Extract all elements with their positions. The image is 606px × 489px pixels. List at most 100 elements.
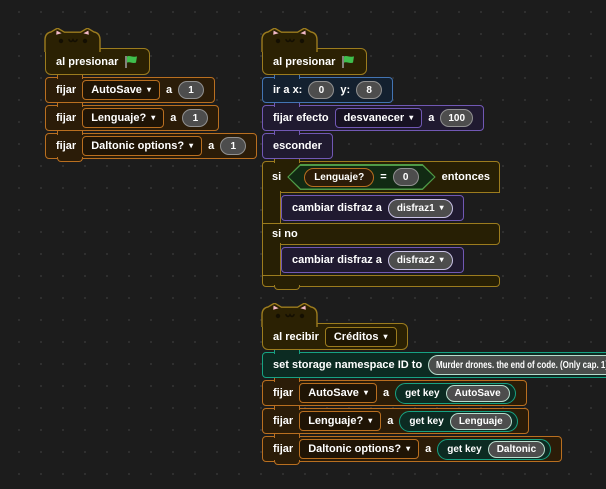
green-flag-icon: [125, 54, 139, 69]
block-workspace[interactable]: al presionar fijar AutoSave ▾ a 1 fijar …: [0, 0, 606, 489]
chevron-down-icon: ▾: [406, 444, 411, 453]
set-variable-block[interactable]: fijar Lenguaje? ▾ a 1: [45, 103, 220, 131]
get-key-reporter[interactable]: get key Lenguaje: [399, 410, 518, 432]
block-label: ir a x:: [273, 84, 303, 96]
value-input[interactable]: 1: [178, 81, 205, 99]
set-variable-block[interactable]: fijar Lenguaje? ▾ a get key Lenguaje: [262, 406, 529, 434]
set-variable-block[interactable]: fijar AutoSave ▾ a get key AutoSave: [262, 378, 527, 406]
get-key-reporter[interactable]: get key Daltonic: [437, 438, 552, 460]
hat-label: al presionar: [273, 55, 336, 68]
go-to-xy-block[interactable]: ir a x: 0 y: 8: [262, 75, 394, 103]
key-input[interactable]: Lenguaje: [449, 412, 512, 430]
namespace-input[interactable]: Murder drones. the end of code. (Only ca…: [428, 355, 606, 375]
else-divider: si no: [262, 223, 500, 245]
script-stack-load-saves: al recibir Créditos ▾ set storage namesp…: [261, 303, 606, 465]
value-input[interactable]: 1: [220, 137, 247, 155]
chevron-down-icon: ▾: [146, 85, 151, 94]
block-label: a: [425, 443, 432, 455]
chevron-down-icon: ▾: [368, 416, 373, 425]
block-label: esconder: [273, 140, 322, 152]
chevron-down-icon: ▾: [363, 388, 368, 397]
block-label: a: [208, 140, 215, 152]
variable-dropdown[interactable]: Daltonic options? ▾: [82, 136, 203, 156]
variable-dropdown[interactable]: AutoSave ▾: [82, 80, 160, 100]
block-label: a: [382, 387, 390, 399]
dropdown-value: Lenguaje?: [91, 112, 147, 124]
block-label: si no: [272, 228, 298, 240]
block-label: a: [387, 415, 394, 427]
block-label: fijar: [56, 84, 77, 96]
block-label: fijar: [273, 415, 294, 427]
chevron-down-icon: ▾: [439, 255, 444, 264]
dropdown-value: Daltonic options?: [91, 140, 185, 152]
block-label: a: [165, 84, 173, 96]
y-input[interactable]: 8: [356, 81, 383, 99]
block-label: a: [170, 112, 177, 124]
if-header[interactable]: si Lenguaje? = 0 entonces: [262, 159, 500, 193]
block-label: cambiar disfraz a: [292, 254, 382, 266]
hat-label: al recibir: [273, 330, 319, 343]
block-label: si: [272, 171, 282, 183]
script-stack-init-flags: al presionar fijar AutoSave ▾ a 1 fijar …: [44, 28, 258, 162]
block-label: cambiar disfraz a: [292, 202, 382, 214]
hat-block-when-broadcast-received[interactable]: al recibir Créditos ▾: [261, 303, 408, 350]
variable-dropdown[interactable]: Lenguaje? ▾: [299, 411, 382, 431]
key-input[interactable]: Daltonic: [487, 440, 546, 458]
dropdown-value: Lenguaje?: [308, 415, 364, 427]
input-value: Murder drones. the end of code. (Only ca…: [436, 359, 606, 371]
variable-dropdown[interactable]: AutoSave ▾: [299, 383, 377, 403]
chevron-down-icon: ▾: [383, 331, 388, 341]
key-input[interactable]: AutoSave: [445, 384, 510, 402]
value-input[interactable]: 1: [182, 109, 209, 127]
chevron-down-icon: ▾: [189, 141, 194, 150]
if-block-cap: [262, 275, 500, 290]
reporter-label: get key: [447, 443, 482, 455]
script-stack-setup-scene: al presionar ir a x: 0 y: 8 fijar efecto…: [261, 28, 500, 290]
equals-operator[interactable]: Lenguaje? = 0: [287, 164, 435, 190]
set-storage-namespace-block[interactable]: set storage namespace ID to Murder drone…: [262, 350, 606, 378]
dropdown-value: Créditos: [333, 330, 379, 343]
block-label: set storage namespace ID to: [273, 359, 423, 371]
value-input[interactable]: 100: [440, 109, 474, 127]
hat-block-when-flag-clicked[interactable]: al presionar: [261, 28, 368, 75]
effect-dropdown[interactable]: desvanecer ▾: [334, 108, 423, 128]
chevron-down-icon: ▾: [151, 113, 156, 122]
block-label: fijar: [56, 140, 77, 152]
chevron-down-icon: ▾: [439, 203, 444, 212]
dropdown-value: disfraz2: [396, 254, 435, 266]
operator-symbol: =: [380, 171, 387, 183]
dropdown-value: AutoSave: [308, 387, 359, 399]
hat-block-when-flag-clicked[interactable]: al presionar: [44, 28, 151, 75]
switch-costume-block[interactable]: cambiar disfraz a disfraz2 ▾: [281, 247, 464, 273]
set-variable-block[interactable]: fijar Daltonic options? ▾ a 1: [45, 131, 258, 162]
block-label: fijar efecto: [273, 112, 329, 124]
block-label: fijar: [273, 387, 294, 399]
if-else-block[interactable]: si Lenguaje? = 0 entonces cambiar disfra…: [262, 159, 500, 290]
hat-label: al presionar: [56, 55, 119, 68]
block-label: a: [428, 112, 435, 124]
block-label: fijar: [56, 112, 77, 124]
set-variable-block[interactable]: fijar AutoSave ▾ a 1: [45, 75, 216, 103]
costume-dropdown[interactable]: disfraz2 ▾: [387, 250, 453, 270]
switch-costume-block[interactable]: cambiar disfraz a disfraz1 ▾: [281, 195, 464, 221]
block-label: fijar: [273, 443, 294, 455]
costume-dropdown[interactable]: disfraz1 ▾: [387, 198, 453, 218]
dropdown-value: Daltonic options?: [308, 443, 402, 455]
variable-dropdown[interactable]: Daltonic options? ▾: [299, 439, 420, 459]
reporter-label: get key: [409, 415, 444, 427]
variable-reporter[interactable]: Lenguaje?: [304, 168, 374, 187]
reporter-label: get key: [405, 387, 440, 399]
x-input[interactable]: 0: [308, 81, 335, 99]
dropdown-value: disfraz1: [396, 202, 435, 214]
block-label: y:: [340, 84, 351, 96]
value-input[interactable]: 0: [393, 168, 419, 186]
chevron-down-icon: ▾: [409, 113, 414, 122]
broadcast-dropdown[interactable]: Créditos ▾: [324, 326, 397, 347]
get-key-reporter[interactable]: get key AutoSave: [395, 382, 516, 404]
set-effect-block[interactable]: fijar efecto desvanecer ▾ a 100: [262, 103, 485, 131]
hide-block[interactable]: esconder: [262, 131, 333, 159]
variable-dropdown[interactable]: Lenguaje? ▾: [82, 108, 165, 128]
dropdown-value: AutoSave: [91, 84, 142, 96]
set-variable-block[interactable]: fijar Daltonic options? ▾ a get key Dalt…: [262, 434, 563, 465]
green-flag-icon: [342, 54, 356, 69]
